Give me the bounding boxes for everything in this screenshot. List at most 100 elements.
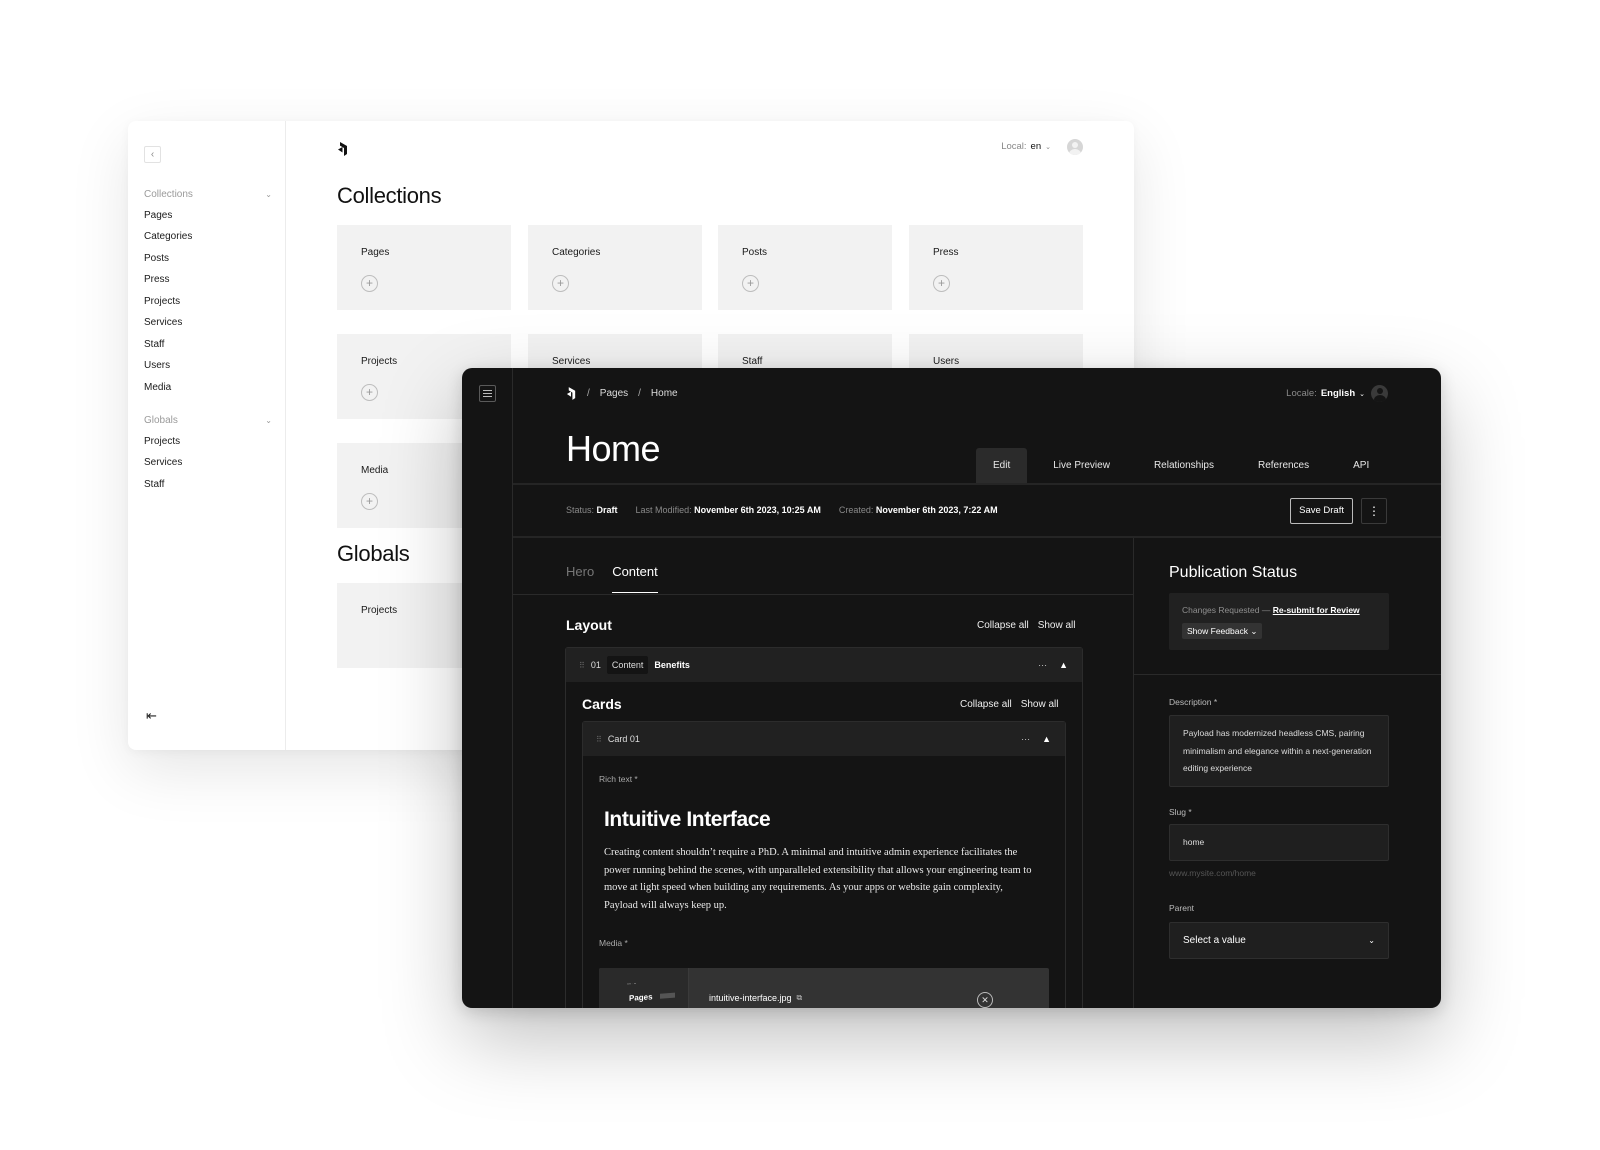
created-value: November 6th 2023, 7:22 AM [875, 505, 998, 515]
document-tabs: Edit Live Preview Relationships Referenc… [976, 448, 1391, 484]
tab-live-preview[interactable]: Live Preview [1027, 448, 1132, 484]
show-all-button[interactable]: Show all [1021, 699, 1059, 710]
collapse-all-button[interactable]: Collapse all [960, 699, 1012, 710]
add-icon[interactable]: + [742, 275, 759, 292]
card-title: Users [933, 356, 960, 367]
created-meta: Created: November 6th 2023, 7:22 AM [839, 505, 998, 515]
cards-actions: Collapse all Show all [960, 699, 1059, 710]
save-draft-button[interactable]: Save Draft [1290, 498, 1353, 524]
chevron-up-icon[interactable]: ▲ [1059, 660, 1068, 670]
remove-media-button[interactable]: ✕ [977, 992, 993, 1008]
sidebar-collapse-button[interactable]: ‹ [144, 146, 161, 163]
description-field[interactable]: Payload has modernized headless CMS, pai… [1169, 715, 1389, 787]
modified-label: Last Modified: [635, 505, 692, 515]
subtab-content[interactable]: Content [612, 564, 658, 593]
document-meta: Status: Draft Last Modified: November 6t… [566, 505, 998, 515]
created-label: Created: [838, 505, 874, 515]
add-icon[interactable]: + [933, 275, 950, 292]
rich-text-heading[interactable]: Intuitive Interface [604, 808, 771, 832]
rich-text-paragraph[interactable]: Creating content shouldn’t require a PhD… [604, 844, 1034, 914]
divider [513, 594, 1133, 595]
thumbnail-badge [660, 992, 675, 999]
copy-icon[interactable]: ⧉ [797, 993, 803, 1003]
resubmit-link[interactable]: Re-submit for Review [1273, 605, 1360, 615]
locale-value: English [1320, 388, 1356, 399]
sidebar-item-global-services[interactable]: Services [144, 456, 272, 470]
show-feedback-label: Show Feedback [1187, 626, 1248, 636]
slug-field[interactable]: home [1169, 824, 1389, 861]
sidebar-item-categories[interactable]: Categories [144, 230, 272, 244]
locale-label: Locale: [1286, 388, 1317, 399]
add-icon[interactable]: + [361, 275, 378, 292]
chevron-left-icon: ‹ [150, 149, 155, 160]
chevron-down-icon: ⌄ [265, 189, 272, 199]
locale-selector[interactable]: Local: en ⌄ [1001, 141, 1051, 152]
show-feedback-button[interactable]: Show Feedback ⌄ [1182, 623, 1263, 639]
media-filename[interactable]: intuitive-interface.jpg [709, 993, 792, 1003]
subtab-hero[interactable]: Hero [566, 564, 594, 593]
collection-card-posts[interactable]: Posts + [718, 225, 892, 310]
sidebar-group-toggle[interactable]: Collections ⌄ [144, 187, 272, 201]
sidebar-item-press[interactable]: Press [144, 273, 272, 287]
add-icon[interactable]: + [361, 384, 378, 401]
account-avatar[interactable] [1371, 385, 1388, 402]
breadcrumb-separator: / [587, 388, 590, 399]
breadcrumb: / Pages / Home [566, 387, 678, 400]
tab-api[interactable]: API [1331, 448, 1391, 484]
parent-select-value: Select a value [1183, 935, 1246, 946]
collapse-all-button[interactable]: Collapse all [977, 620, 1029, 631]
card-title: Pages [361, 247, 390, 258]
sidebar-group-toggle[interactable]: Globals ⌄ [144, 413, 272, 427]
card-row: ⠿ Card 01 ··· ▲ Rich text * Intuitive In… [582, 721, 1066, 1008]
drag-handle-icon[interactable]: ⠿ [596, 735, 602, 744]
divider [513, 483, 1441, 485]
chevron-up-icon[interactable]: ▲ [1042, 734, 1051, 744]
changes-requested-line: Changes Requested — Re-submit for Review [1182, 605, 1360, 615]
show-all-button[interactable]: Show all [1038, 620, 1076, 631]
breadcrumb-pages[interactable]: Pages [600, 388, 628, 399]
drag-handle-icon[interactable]: ⠿ [579, 661, 585, 670]
add-icon[interactable]: + [361, 493, 378, 510]
sidebar-item-staff[interactable]: Staff [144, 338, 272, 352]
card-header[interactable]: ⠿ Card 01 ··· ▲ [583, 722, 1065, 756]
locale-value: en [1030, 141, 1042, 152]
tab-relationships[interactable]: Relationships [1132, 448, 1236, 484]
menu-button[interactable] [479, 385, 496, 402]
close-icon: ✕ [981, 995, 989, 1005]
sidebar-item-media[interactable]: Media [144, 381, 272, 395]
sidebar-item-global-staff[interactable]: Staff [144, 478, 272, 492]
more-horizontal-icon[interactable]: ··· [1021, 734, 1030, 744]
sidebar-item-pages[interactable]: Pages [144, 209, 272, 223]
field-tabs: Hero Content [566, 564, 658, 593]
logout-button[interactable]: ⇤ [146, 708, 157, 724]
breadcrumb-home: Home [650, 388, 678, 399]
block-label: Benefits [654, 660, 690, 670]
sidebar-item-users[interactable]: Users [144, 359, 272, 373]
chevron-down-icon: ⌄ [1250, 626, 1258, 636]
collection-card-press[interactable]: Press + [909, 225, 1083, 310]
collection-card-categories[interactable]: Categories + [528, 225, 702, 310]
slug-hint: www.mysite.com/home [1169, 868, 1256, 878]
add-icon[interactable]: + [552, 275, 569, 292]
account-avatar[interactable] [1067, 139, 1083, 155]
rich-text-label: Rich text * [599, 774, 638, 784]
tab-references[interactable]: References [1236, 448, 1331, 484]
sidebar-item-global-projects[interactable]: Projects [144, 435, 272, 449]
collection-card-pages[interactable]: Pages + [337, 225, 511, 310]
sidebar-item-posts[interactable]: Posts [144, 252, 272, 266]
block-header[interactable]: ⠿ 01 Content Benefits ··· ▲ [566, 648, 1082, 682]
sidebar-item-projects[interactable]: Projects [144, 295, 272, 309]
layout-heading: Layout [566, 617, 612, 633]
more-options-button[interactable]: ⋮ [1361, 498, 1387, 524]
media-label: Media * [599, 938, 628, 948]
sidebar-group-label: Collections [144, 188, 193, 200]
sidebar-item-services[interactable]: Services [144, 316, 272, 330]
tab-edit[interactable]: Edit [976, 448, 1028, 484]
card-title: Staff [742, 356, 763, 367]
sidebar-group-collections: Collections ⌄ Pages Categories Posts Pre… [144, 187, 272, 395]
parent-select[interactable]: Select a value ⌄ [1169, 922, 1389, 959]
more-horizontal-icon[interactable]: ··· [1038, 660, 1047, 670]
payload-logo-icon[interactable] [566, 387, 577, 400]
locale-selector[interactable]: Locale: English ⌄ [1286, 388, 1365, 399]
payload-logo-icon [338, 142, 347, 156]
